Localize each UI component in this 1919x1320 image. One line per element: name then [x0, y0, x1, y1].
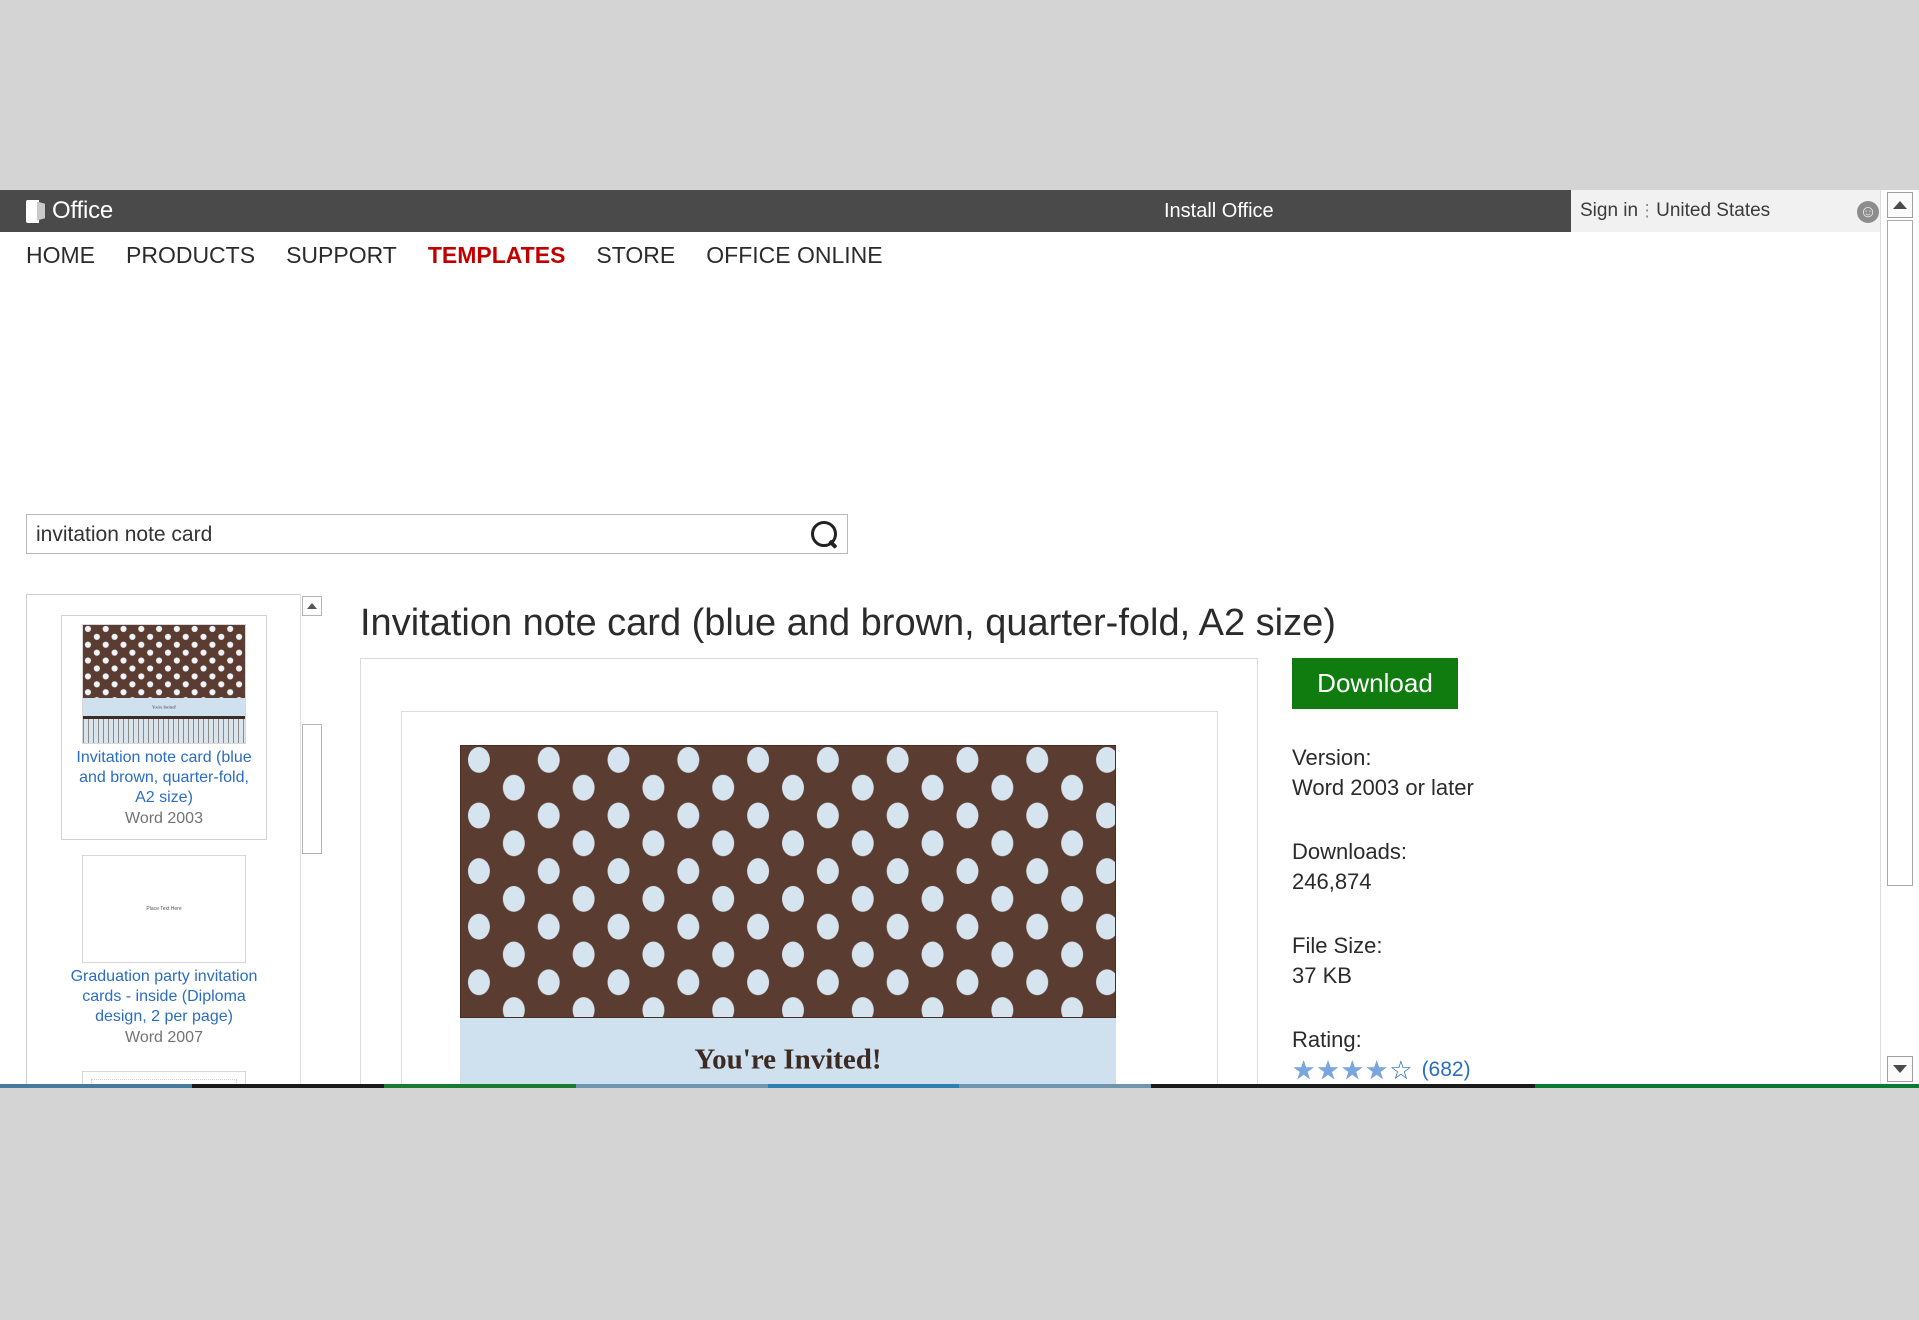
- template-preview-page: You're Invited!: [401, 711, 1218, 1084]
- bottom-color-strip: [0, 1084, 1919, 1088]
- results-scroll-thumb[interactable]: [302, 724, 322, 854]
- thumb-banner-region: You're Invited!: [83, 698, 245, 716]
- main-navigation: HOME PRODUCTS SUPPORT TEMPLATES STORE OF…: [0, 232, 1919, 280]
- vertical-dots-separator-icon: ⋮: [1638, 201, 1656, 221]
- nav-item-templates[interactable]: TEMPLATES: [428, 242, 566, 269]
- downloads-value: 246,874: [1292, 867, 1712, 897]
- office-brand-label: Office: [52, 198, 113, 224]
- nav-item-list: HOME PRODUCTS SUPPORT TEMPLATES STORE OF…: [26, 242, 883, 269]
- nav-item-office-online[interactable]: OFFICE ONLINE: [706, 242, 882, 269]
- star-empty-icon: ☆: [1389, 1057, 1412, 1083]
- result-version-2: Word 2007: [61, 1027, 267, 1048]
- nav-item-home[interactable]: HOME: [26, 242, 95, 269]
- graduation-scroll-icon: [83, 1072, 246, 1084]
- chevron-up-icon: [307, 603, 317, 609]
- page-scroll-up-button[interactable]: [1887, 192, 1913, 218]
- thumb-placeholder-text-2: Place Text Here: [146, 906, 181, 912]
- account-region-group: Sign in ⋮ United States: [1580, 190, 1770, 232]
- star-filled-icon: ★: [1292, 1057, 1315, 1083]
- install-office-link[interactable]: Install Office: [1164, 200, 1274, 223]
- results-pane-scrollbar[interactable]: [300, 594, 323, 1084]
- result-thumbnail-image-2: Place Text Here: [82, 855, 246, 963]
- browser-viewport: Office Install Office Sign in ⋮ United S…: [0, 190, 1919, 1084]
- office-logo-icon: [26, 200, 45, 223]
- smiley-face-icon[interactable]: ☺: [1857, 201, 1879, 223]
- result-thumbnail-image-1: You're Invited!: [82, 624, 246, 744]
- download-button[interactable]: Download: [1292, 658, 1458, 709]
- file-size-label: File Size:: [1292, 931, 1712, 961]
- search-icon: [805, 516, 842, 553]
- meta-version: Version: Word 2003 or later: [1292, 743, 1712, 803]
- office-logo[interactable]: Office: [26, 198, 113, 224]
- nav-item-products[interactable]: PRODUCTS: [126, 242, 255, 269]
- version-label: Version:: [1292, 743, 1712, 773]
- version-value: Word 2003 or later: [1292, 773, 1712, 803]
- file-size-value: 37 KB: [1292, 961, 1712, 991]
- nav-item-store[interactable]: STORE: [596, 242, 675, 269]
- region-selector-link[interactable]: United States: [1656, 200, 1770, 222]
- thumb-stripe-region: [83, 716, 245, 743]
- chevron-down-icon: [1893, 1065, 1907, 1073]
- result-version-1: Word 2003: [62, 808, 266, 829]
- result-card-selected[interactable]: You're Invited! Invitation note card (bl…: [61, 615, 267, 840]
- template-card-artwork: You're Invited!: [460, 745, 1116, 1084]
- page-title: Invitation note card (blue and brown, qu…: [360, 602, 1336, 645]
- sign-in-link[interactable]: Sign in: [1580, 200, 1638, 222]
- star-filled-icon: ★: [1341, 1057, 1364, 1083]
- meta-rating: Rating: ★ ★ ★ ★ ☆ (682): [1292, 1025, 1712, 1083]
- polka-dot-pattern-icon: [461, 746, 1115, 1017]
- thumb-banner-text: You're Invited!: [83, 705, 245, 710]
- card-polka-dot-panel: [460, 745, 1116, 1018]
- downloads-label: Downloads:: [1292, 837, 1712, 867]
- thumb-polka-dot-region: [83, 625, 245, 698]
- template-preview-container: You're Invited!: [360, 658, 1258, 1084]
- result-card-3[interactable]: Graduation Party!: [61, 1063, 267, 1084]
- card-invitation-text: You're Invited!: [460, 1044, 1116, 1077]
- star-rating[interactable]: ★ ★ ★ ★ ☆: [1292, 1057, 1413, 1083]
- meta-downloads: Downloads: 246,874: [1292, 837, 1712, 897]
- chevron-up-icon: [1893, 201, 1907, 209]
- page-scrollbar[interactable]: [1880, 190, 1919, 1084]
- office-top-bar: Office Install Office Sign in ⋮ United S…: [0, 190, 1919, 232]
- result-title-1[interactable]: Invitation note card (blue and brown, qu…: [62, 744, 266, 808]
- thumb-dot-pattern-icon: [83, 625, 245, 698]
- card-invitation-banner: You're Invited!: [460, 1018, 1116, 1084]
- template-info-column: Download Version: Word 2003 or later Dow…: [1292, 658, 1712, 1083]
- rating-count-link[interactable]: (682): [1422, 1058, 1471, 1082]
- star-filled-icon: ★: [1316, 1057, 1339, 1083]
- star-filled-icon: ★: [1365, 1057, 1388, 1083]
- meta-file-size: File Size: 37 KB: [1292, 931, 1712, 991]
- search-results-pane: You're Invited! Invitation note card (bl…: [26, 594, 320, 1084]
- result-thumbnail-image-3: Graduation Party!: [82, 1071, 246, 1084]
- results-scroll-up-button[interactable]: [302, 596, 322, 616]
- rating-label: Rating:: [1292, 1025, 1712, 1055]
- page-scroll-thumb[interactable]: [1887, 220, 1913, 886]
- result-title-2[interactable]: Graduation party invitation cards - insi…: [61, 963, 267, 1027]
- rating-row: ★ ★ ★ ★ ☆ (682): [1292, 1057, 1712, 1083]
- page-scroll-down-button[interactable]: [1887, 1056, 1913, 1082]
- search-button[interactable]: [800, 515, 847, 553]
- result-card-2[interactable]: Place Text Here Graduation party invitat…: [61, 847, 267, 1048]
- search-input[interactable]: [34, 515, 808, 555]
- nav-item-support[interactable]: SUPPORT: [286, 242, 397, 269]
- office-top-bar-dark-region: [0, 190, 1571, 232]
